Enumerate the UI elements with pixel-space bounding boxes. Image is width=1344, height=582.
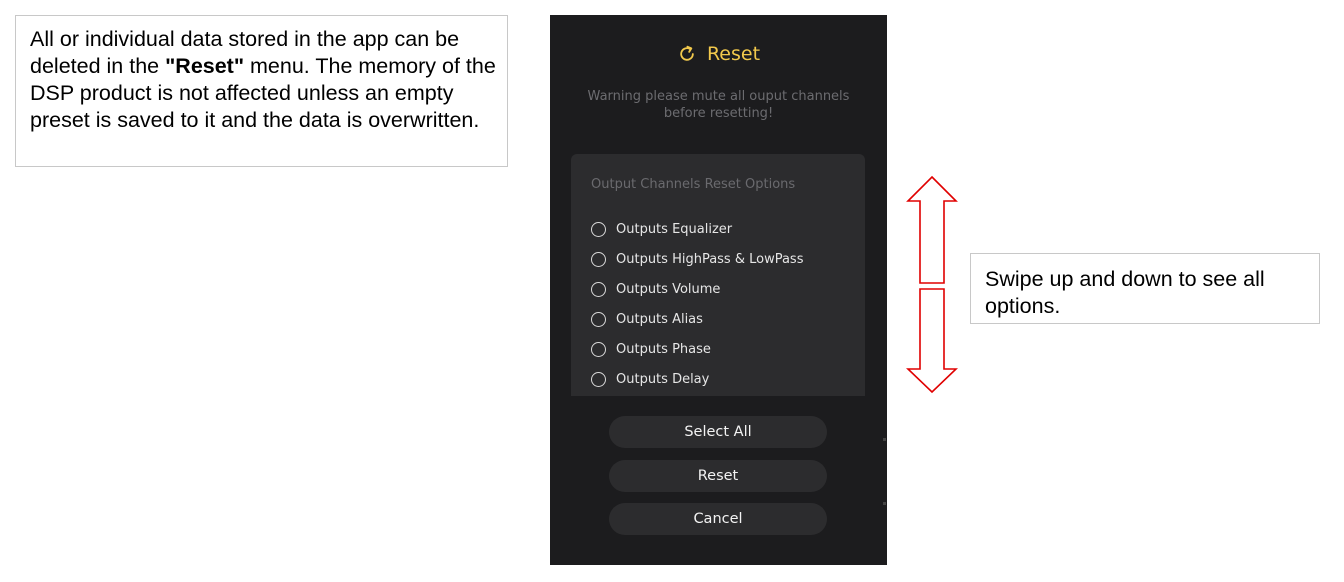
option-label: Outputs Equalizer: [616, 221, 733, 237]
reset-description-callout: All or individual data stored in the app…: [15, 15, 508, 167]
option-label: Outputs HighPass & LowPass: [616, 251, 804, 267]
callout-text-bold: "Reset": [165, 54, 245, 78]
radio-button-icon[interactable]: [591, 251, 606, 267]
select-all-button[interactable]: Select All: [609, 416, 827, 448]
option-label: Outputs Alias: [616, 311, 703, 327]
warning-text: Warning please mute all ouput channels b…: [587, 89, 850, 121]
edge-tick: [883, 438, 886, 441]
option-label: Outputs Phase: [616, 341, 711, 357]
option-label: Outputs Volume: [616, 281, 721, 297]
option-label: Outputs Delay: [616, 371, 710, 387]
option-outputs-equalizer[interactable]: Outputs Equalizer: [591, 214, 851, 244]
swipe-hint-text: Swipe up and down to see all options.: [985, 267, 1265, 318]
up-arrow-shape: [906, 175, 958, 284]
radio-button-icon[interactable]: [591, 221, 606, 237]
options-list: Outputs Equalizer Outputs HighPass & Low…: [591, 214, 851, 394]
dialog-title: Reset: [706, 43, 761, 65]
reset-button[interactable]: Reset: [609, 460, 827, 492]
option-outputs-alias[interactable]: Outputs Alias: [591, 304, 851, 334]
option-outputs-phase[interactable]: Outputs Phase: [591, 334, 851, 364]
reset-options-list-panel[interactable]: Output Channels Reset Options Outputs Eq…: [571, 154, 865, 396]
option-outputs-delay[interactable]: Outputs Delay: [591, 364, 851, 394]
refresh-icon: [680, 45, 694, 61]
radio-button-icon[interactable]: [591, 281, 606, 297]
cancel-button[interactable]: Cancel: [609, 503, 827, 535]
reset-dialog-screen: Reset Warning please mute all ouput chan…: [550, 15, 887, 565]
swipe-hint-callout: Swipe up and down to see all options.: [970, 253, 1320, 324]
option-outputs-volume[interactable]: Outputs Volume: [591, 274, 851, 304]
up-down-arrow-icon: [906, 175, 958, 394]
down-arrow-shape: [906, 288, 958, 394]
dialog-header: Reset: [550, 43, 887, 65]
radio-button-icon[interactable]: [591, 311, 606, 327]
radio-button-icon[interactable]: [591, 341, 606, 357]
radio-button-icon[interactable]: [591, 371, 606, 387]
options-heading: Output Channels Reset Options: [591, 177, 796, 192]
option-outputs-highpass-lowpass[interactable]: Outputs HighPass & LowPass: [591, 244, 851, 274]
edge-tick: [883, 502, 886, 505]
